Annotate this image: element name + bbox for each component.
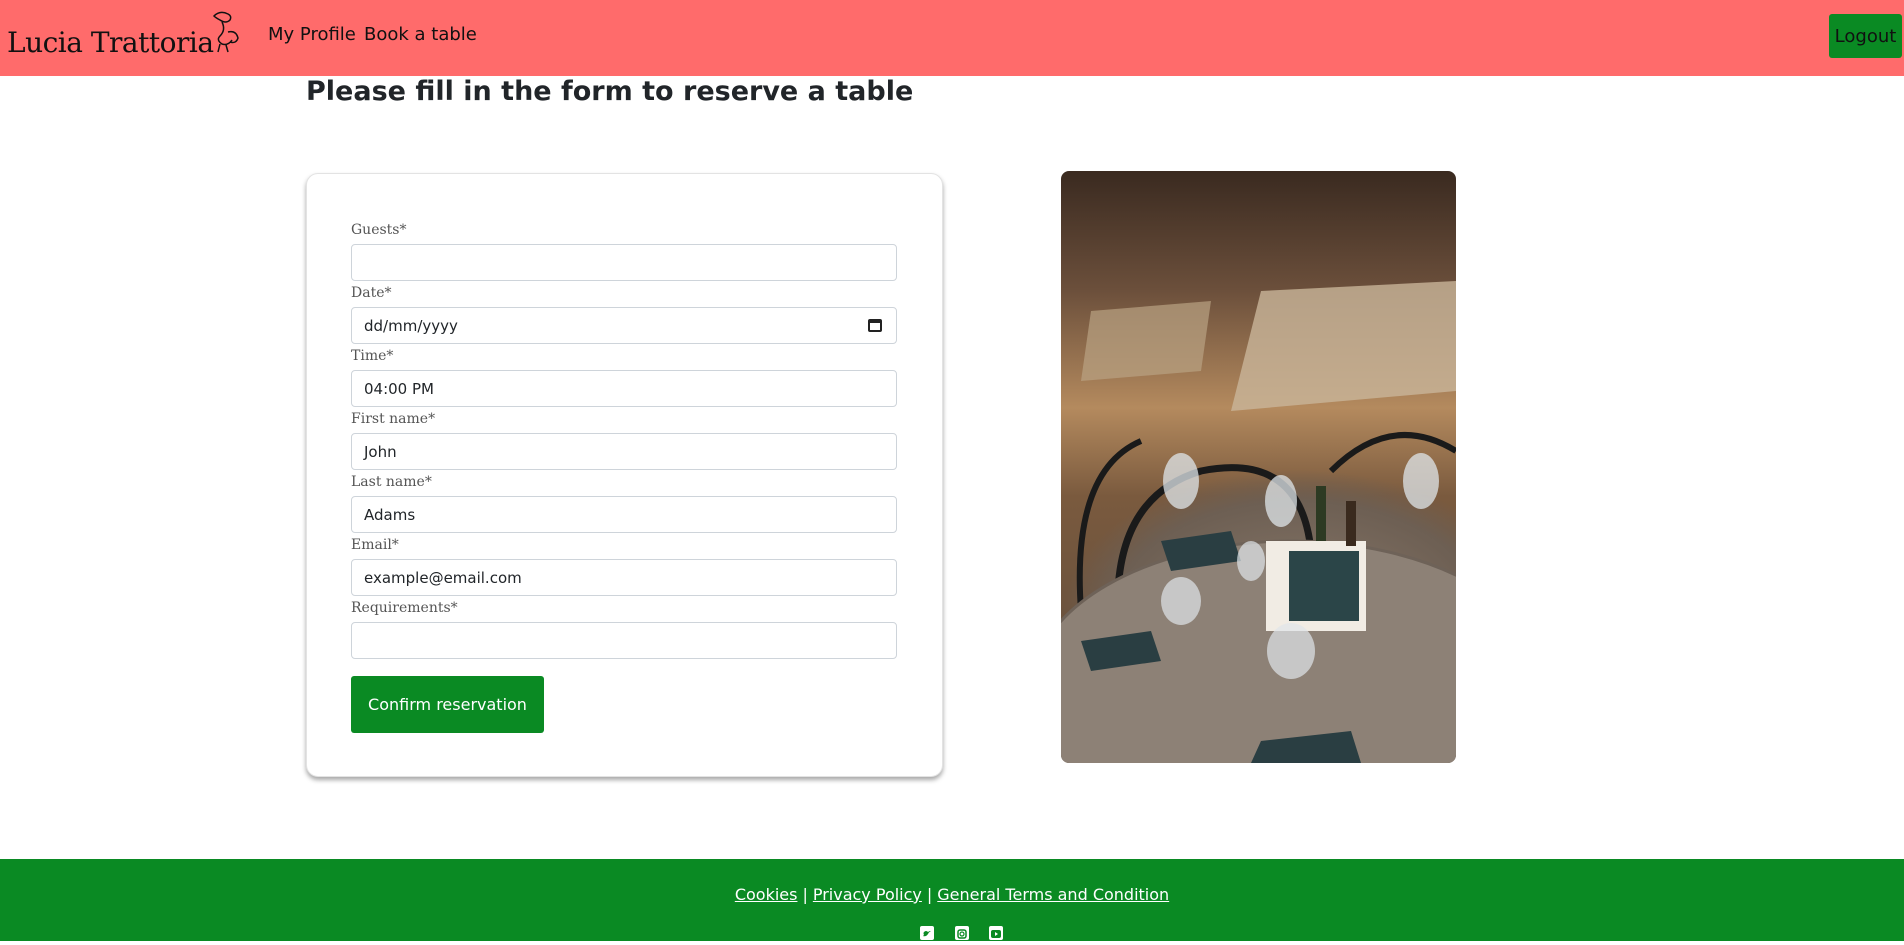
footer-link-general-terms[interactable]: General Terms and Condition	[937, 885, 1169, 904]
youtube-icon[interactable]	[989, 926, 1003, 940]
footer-separator: |	[926, 885, 933, 904]
confirm-reservation-button[interactable]: Confirm reservation	[351, 676, 544, 733]
guests-input[interactable]	[351, 244, 897, 281]
email-label: Email*	[351, 537, 399, 553]
date-label: Date*	[351, 285, 392, 301]
last-name-label: Last name*	[351, 474, 432, 490]
calendar-icon[interactable]	[868, 319, 882, 332]
chef-logo-icon	[212, 11, 239, 53]
time-input[interactable]: 04:00 PM	[351, 370, 897, 407]
footer-links: Cookies | Privacy Policy | General Terms and…	[0, 885, 1904, 904]
reservation-form-card: Guests* Date* dd/mm/yyyy Time* 04:00 PM …	[306, 173, 943, 777]
requirements-label: Requirements*	[351, 600, 458, 616]
first-name-input[interactable]: John	[351, 433, 897, 470]
restaurant-interior-image	[1061, 171, 1456, 763]
logout-button[interactable]: Logout	[1829, 14, 1902, 58]
email-input[interactable]: example@email.com	[351, 559, 897, 596]
site-footer: Cookies | Privacy Policy | General Terms and…	[0, 859, 1904, 941]
brand-name[interactable]: Lucia Trattoria	[7, 26, 214, 59]
restaurant-illustration	[1061, 281, 1456, 763]
guests-label: Guests*	[351, 222, 407, 238]
top-navbar: Lucia Trattoria My Profile Book a table …	[0, 0, 1904, 76]
footer-separator: |	[802, 885, 808, 904]
time-label: Time*	[351, 348, 394, 364]
nav-link-my-profile[interactable]: My Profile	[268, 24, 356, 45]
instagram-icon[interactable]	[955, 926, 969, 940]
footer-link-cookies[interactable]: Cookies	[735, 885, 798, 904]
requirements-input[interactable]	[351, 622, 897, 659]
page-title: Please fill in the form to reserve a tab…	[306, 76, 914, 107]
twitter-icon[interactable]	[920, 926, 934, 940]
date-input[interactable]: dd/mm/yyyy	[351, 307, 897, 344]
last-name-input[interactable]: Adams	[351, 496, 897, 533]
first-name-label: First name*	[351, 411, 436, 427]
nav-link-book-a-table[interactable]: Book a table	[364, 24, 477, 45]
footer-link-privacy-policy[interactable]: Privacy Policy	[813, 885, 922, 904]
date-input-value: dd/mm/yyyy	[364, 316, 458, 335]
